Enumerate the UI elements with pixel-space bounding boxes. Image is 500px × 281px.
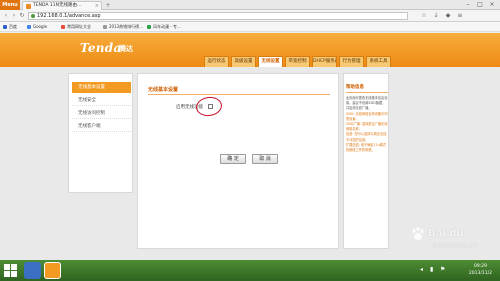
cancel-button[interactable]: 取 消 — [252, 154, 278, 164]
bookmark-item[interactable]: 风车动漫 - 专... — [146, 23, 181, 31]
help-panel: 帮助信息 此页面可更改无线基本信息设置。建议不设置SSID隐藏，并启用无线广播。… — [343, 73, 389, 249]
sidebar: 无线基本设置 无线安全 无线访问控制 无线客户端 — [68, 73, 133, 193]
site-icon — [147, 25, 151, 29]
bookmark-item[interactable]: Google — [26, 23, 47, 31]
router-header: Tenda 腾达 运行状态 高级设置 无线设置 带宽控制 DHCP服务器 行为管… — [0, 33, 500, 67]
nav-advanced[interactable]: 高级设置 — [231, 56, 256, 67]
forward-icon[interactable]: › — [10, 12, 18, 20]
browser-titlebar: Menu TENDA 11N无线路由... × + – □ × — [0, 0, 500, 10]
google-icon — [27, 25, 31, 29]
sidebar-item-wireless-clients[interactable]: 无线客户端 — [72, 121, 131, 132]
help-title: 帮助信息 — [346, 85, 364, 90]
extension-icon[interactable]: ◆ — [444, 12, 452, 20]
nav-bandwidth[interactable]: 带宽控制 — [285, 56, 310, 67]
nav-behavior[interactable]: 行为管理 — [339, 56, 364, 67]
system-clock[interactable]: 09:29 2013/11/2 — [469, 263, 492, 277]
url-input[interactable]: 192.168.0.1/advance.asp — [28, 12, 408, 20]
nav-status[interactable]: 运行状态 — [204, 56, 229, 67]
baidu-icon — [3, 25, 7, 29]
new-tab-button[interactable]: + — [104, 2, 112, 9]
clock-time: 09:29 — [473, 264, 487, 269]
sidebar-item-wireless-security[interactable]: 无线安全 — [72, 95, 131, 106]
ie-taskbar-icon[interactable] — [24, 262, 41, 279]
close-tab-icon[interactable]: × — [95, 2, 99, 10]
minimize-icon[interactable]: – — [462, 0, 474, 10]
help-paragraph: 此页面可更改无线基本信息设置。建议不设置SSID隐藏，并启用无线广播。 — [346, 96, 388, 111]
bookmark-star-icon[interactable]: ☆ — [420, 12, 428, 20]
bookmark-item[interactable]: 2013热销排行榜... — [102, 23, 143, 31]
bookmark-item[interactable]: 百度 — [2, 23, 17, 31]
maximize-icon[interactable]: □ — [474, 0, 486, 10]
bookmarks-bar: 百度 Google 常用网址大全 2013热销排行榜... 风车动漫 - 专..… — [0, 22, 500, 32]
close-window-icon[interactable]: × — [486, 0, 498, 10]
windows-start-icon[interactable] — [4, 264, 17, 277]
bookmark-item[interactable]: 常用网址大全 — [60, 23, 91, 31]
help-paragraph: SSID: 无线网络名称设备中列表设置。 — [346, 111, 388, 121]
divider — [346, 92, 388, 93]
section-title: 无线基本设置 — [148, 87, 179, 93]
sidebar-item-wireless-basic[interactable]: 无线基本设置 — [72, 82, 131, 93]
sidebar-item-access-control[interactable]: 无线访问控制 — [72, 108, 131, 119]
tenda-logo-cn: 腾达 — [119, 45, 133, 53]
browser-menu-button[interactable]: Menu — [0, 0, 20, 10]
site-icon — [61, 25, 65, 29]
site-icon — [103, 25, 107, 29]
secure-status-icon — [31, 14, 35, 18]
tab-title: TENDA 11N无线路由... — [33, 3, 82, 8]
browser-taskbar-icon[interactable] — [44, 262, 61, 279]
divider — [148, 94, 330, 95]
main-content: 无线基本设置 启用无线功能 确 定 取 消 — [137, 73, 339, 249]
url-text: 192.168.0.1/advance.asp — [37, 13, 101, 19]
nav-dhcp[interactable]: DHCP服务器 — [312, 56, 337, 67]
settings-icon[interactable]: ≡ — [456, 12, 464, 20]
help-paragraph: 扩展信道: 用于确定11n模式的频段工作的带宽。 — [346, 142, 387, 153]
network-icon[interactable]: ▮ — [430, 266, 433, 273]
volume-icon[interactable]: ◂ — [420, 266, 423, 273]
help-paragraph: SSID广播: 选择是否广播无线网络名称。 — [346, 122, 388, 132]
help-paragraph: 信道: 您可以选择与周边无线不冲突的信道。 — [346, 132, 387, 142]
nav-system-tools[interactable]: 系统工具 — [366, 56, 391, 67]
address-toolbar: ‹ › ↻ 192.168.0.1/advance.asp ☆ ↓ ◆ ≡ — [0, 10, 500, 22]
nav-wireless[interactable]: 无线设置 — [258, 56, 283, 67]
router-admin-page: Tenda 腾达 运行状态 高级设置 无线设置 带宽控制 DHCP服务器 行为管… — [0, 33, 500, 260]
download-icon[interactable]: ↓ — [432, 12, 440, 20]
annotation-circle — [194, 95, 224, 118]
help-text: 此页面可更改无线基本信息设置。建议不设置SSID隐藏，并启用无线广播。 SSID… — [346, 96, 388, 153]
ok-button[interactable]: 确 定 — [220, 154, 246, 164]
browser-tab[interactable]: TENDA 11N无线路由... × — [22, 1, 102, 10]
back-icon[interactable]: ‹ — [2, 12, 10, 20]
tenda-logo: Tenda — [80, 41, 122, 55]
clock-date: 2013/11/2 — [468, 271, 492, 276]
flag-icon[interactable]: ⚑ — [440, 266, 445, 273]
taskbar: ◂ ▮ ⚑ 09:29 2013/11/2 — [0, 260, 500, 281]
reload-icon[interactable]: ↻ — [18, 12, 26, 20]
tenda-favicon-icon — [26, 4, 31, 9]
